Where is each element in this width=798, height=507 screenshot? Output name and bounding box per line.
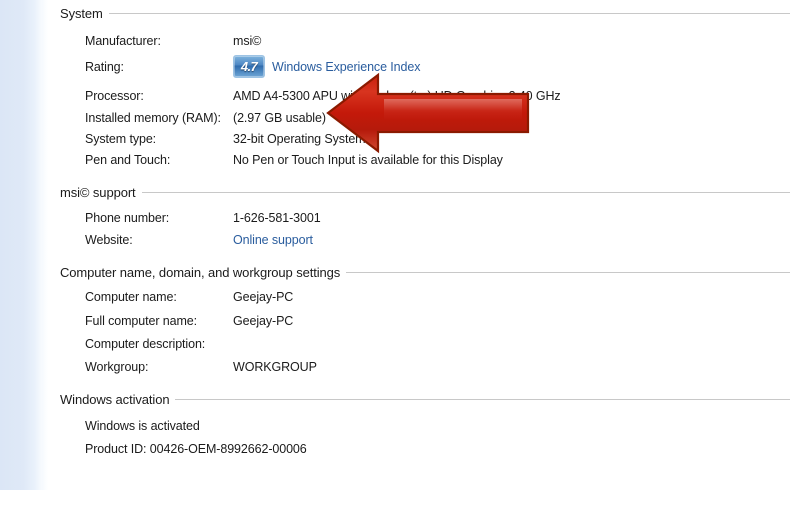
group-header-computer-name-rule (346, 272, 790, 273)
label-processor: Processor: (85, 89, 144, 103)
group-header-computer-name: Computer name, domain, and workgroup set… (60, 265, 790, 280)
row-workgroup: Workgroup: WORKGROUP (85, 358, 745, 376)
label-pen-and-touch: Pen and Touch: (85, 153, 171, 167)
label-workgroup: Workgroup: (85, 360, 149, 374)
row-rating: Rating: 4.7 Windows Experience Index (85, 55, 745, 78)
product-id-text: Product ID: 00426-OEM-8992662-00006 (85, 442, 307, 456)
group-header-windows-activation-rule (175, 399, 790, 400)
group-header-support: msi© support (60, 185, 790, 200)
group-header-windows-activation-label: Windows activation (60, 392, 170, 407)
value-pen-and-touch: No Pen or Touch Input is available for t… (233, 153, 503, 167)
row-processor: Processor: AMD A4-5300 APU with Radeon(t… (85, 87, 765, 105)
value-system-type: 32-bit Operating System (233, 132, 366, 146)
value-full-computer-name: Geejay-PC (233, 314, 294, 328)
label-phone-number: Phone number: (85, 211, 170, 225)
group-header-system-rule (108, 13, 790, 14)
row-phone-number: Phone number: 1-626-581-3001 (85, 209, 745, 227)
label-installed-memory: Installed memory (RAM): (85, 111, 221, 125)
label-computer-name: Computer name: (85, 290, 177, 304)
label-computer-description: Computer description: (85, 337, 206, 351)
row-full-computer-name: Full computer name: Geejay-PC (85, 312, 745, 330)
label-system-type: System type: (85, 132, 157, 146)
system-properties-panel: System Manufacturer: msi© Rating: 4.7 Wi… (0, 0, 798, 507)
activation-status-text: Windows is activated (85, 419, 200, 433)
group-header-support-label: msi© support (60, 185, 136, 200)
group-header-system-label: System (60, 6, 103, 21)
value-computer-name: Geejay-PC (233, 290, 294, 304)
group-header-support-rule (141, 192, 790, 193)
row-pen-and-touch: Pen and Touch: No Pen or Touch Input is … (85, 151, 745, 169)
group-header-system: System (60, 6, 790, 21)
value-processor: AMD A4-5300 APU with Radeon(tm) HD Graph… (233, 89, 561, 103)
row-installed-memory: Installed memory (RAM): (2.97 GB usable) (85, 109, 745, 127)
group-header-computer-name-label: Computer name, domain, and workgroup set… (60, 265, 341, 280)
label-rating: Rating: (85, 60, 124, 74)
windows-experience-index-group[interactable]: 4.7 Windows Experience Index (233, 55, 420, 78)
group-header-windows-activation: Windows activation (60, 392, 790, 407)
row-system-type: System type: 32-bit Operating System (85, 130, 745, 148)
row-computer-name: Computer name: Geejay-PC (85, 288, 745, 306)
label-manufacturer: Manufacturer: (85, 34, 161, 48)
row-manufacturer: Manufacturer: msi© (85, 32, 745, 50)
row-website: Website: Online support (85, 231, 745, 249)
windows-experience-index-score-badge: 4.7 (233, 55, 265, 78)
label-full-computer-name: Full computer name: (85, 314, 198, 328)
value-phone-number: 1-626-581-3001 (233, 211, 321, 225)
value-workgroup: WORKGROUP (233, 360, 317, 374)
value-manufacturer: msi© (233, 34, 262, 48)
row-computer-description: Computer description: (85, 335, 745, 353)
label-website: Website: (85, 233, 133, 247)
online-support-link[interactable]: Online support (233, 231, 313, 249)
value-installed-memory: (2.97 GB usable) (233, 111, 326, 125)
windows-experience-index-link[interactable]: Windows Experience Index (272, 58, 420, 76)
